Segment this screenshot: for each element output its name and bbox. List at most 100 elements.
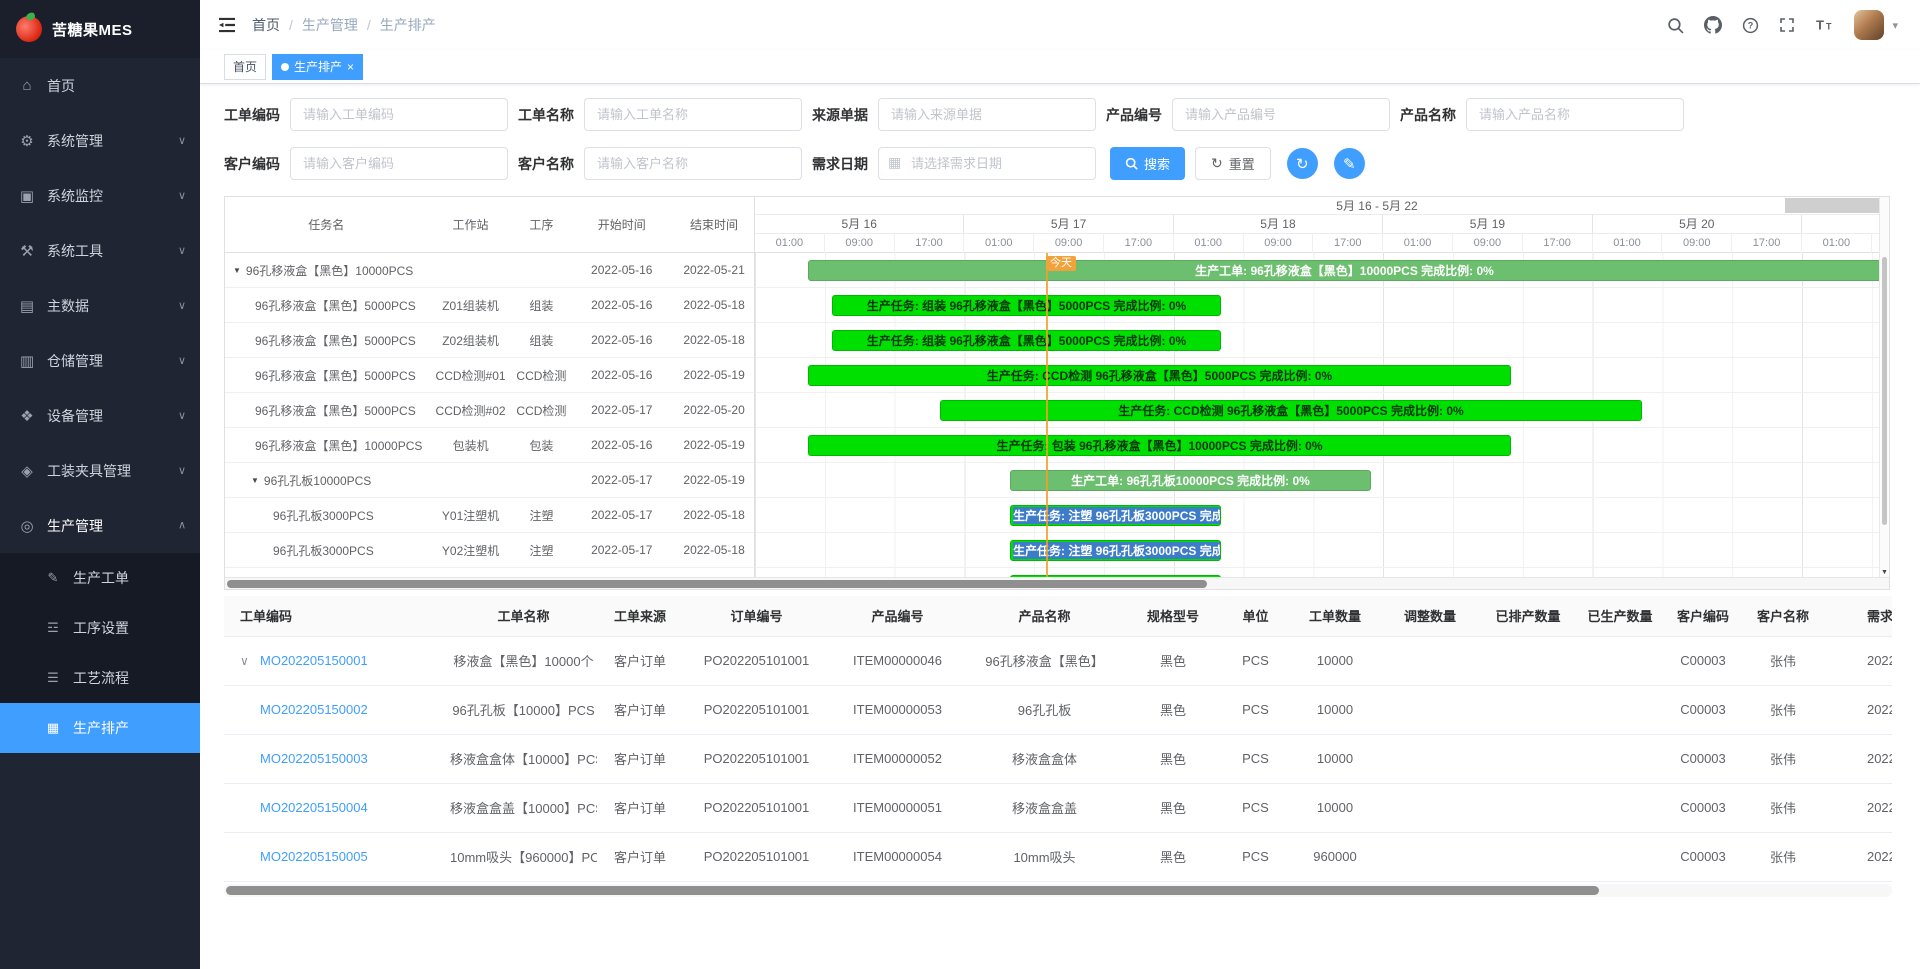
sidebar-item-home[interactable]: ⌂首页 (0, 58, 200, 113)
gantt-task-bar[interactable]: 生产任务: 包装 96孔移液盒【黑色】10000PCS 完成比例: 0% (808, 435, 1511, 456)
sidebar-item-system-tools[interactable]: ⚒系统工具∨ (0, 223, 200, 278)
gantt-task-bar[interactable]: 生产任务: CCD检测 96孔移液盒【黑色】5000PCS 完成比例: 0% (808, 365, 1511, 386)
sidebar-toggle-icon[interactable] (218, 17, 236, 33)
gantt-chart-row: 生产任务: CCD检测 96孔移液盒【黑色】5000PCS 完成比例: 0% (755, 358, 1879, 393)
sidebar-item-process-flow[interactable]: ☰工艺流程 (0, 653, 200, 703)
order-code-link[interactable]: MO202205150003 (260, 751, 368, 766)
breadcrumb-item[interactable]: 生产管理 (302, 15, 358, 35)
help-icon[interactable]: ? (1742, 17, 1759, 34)
gantt-order-bar[interactable]: 生产工单: 96孔孔板10000PCS 完成比例: 0% (1010, 470, 1371, 491)
order-row[interactable]: MO202205150003移液盒盒体【10000】PCS客户订单PO20220… (224, 734, 1892, 783)
gantt-task-row[interactable]: ▼96孔孔板10000PCS2022-05-172022-05-19 (225, 463, 754, 498)
order-cell (1381, 783, 1479, 832)
tab-home[interactable]: 首页 (224, 54, 266, 80)
order-cell: 黑色 (1124, 832, 1222, 881)
tab-production-scheduling[interactable]: 生产排产× (272, 54, 363, 80)
gantt-task-row[interactable]: 96孔移液盒【黑色】5000PCSCCD检测#01CCD检测2022-05-16… (225, 358, 754, 393)
sidebar-item-system-admin[interactable]: ⚙系统管理∨ (0, 113, 200, 168)
gantt-column-header: 任务名 (225, 216, 428, 233)
gantt-range-scrollbar-thumb[interactable] (1785, 198, 1879, 213)
gantt-bar-label: 生产任务: CCD检测 96孔移液盒【黑色】5000PCS 完成比例: 0% (987, 367, 1332, 384)
orders-table: 工单编码工单名称工单来源订单编号产品编号产品名称规格型号单位工单数量调整数量已排… (224, 596, 1892, 882)
source-doc-input[interactable] (878, 98, 1096, 131)
gantt-task-row[interactable]: 96孔孔板3000PCSY02注塑机注塑2022-05-172022-05-18 (225, 533, 754, 568)
gantt-task-bar[interactable]: 生产任务: 注塑 96孔孔板3000PCS 完成比例: 0% (1010, 505, 1221, 526)
gantt-vertical-scrollbar-thumb[interactable] (1882, 257, 1887, 525)
order-code-input[interactable] (290, 98, 508, 131)
order-name-input[interactable] (584, 98, 802, 131)
order-cell (1381, 734, 1479, 783)
demand-date-input[interactable] (878, 147, 1096, 180)
sidebar-item-equipment[interactable]: ❖设备管理∨ (0, 388, 200, 443)
gantt-order-bar[interactable]: 生产工单: 96孔移液盒【黑色】10000PCS 完成比例: 0% (808, 260, 1879, 281)
filter-product-name: 产品名称 (1400, 98, 1684, 131)
gantt-chart-row: 生产任务: 注塑 96孔孔板3000PCS 完成比例: 0% (755, 568, 1879, 577)
orders-body: ∨MO202205150001 移液盒【黑色】10000个客户订单 PO202205… (224, 636, 1892, 881)
order-row[interactable]: MO202205150004移液盒盒盖【10000】PCS客户订单PO20220… (224, 783, 1892, 832)
scroll-down-arrow-icon[interactable]: ▼ (1881, 569, 1888, 576)
gantt-hour-label: 09:00 (825, 234, 895, 253)
order-cell: 黑色 (1124, 734, 1222, 783)
customer-name-input[interactable] (584, 147, 802, 180)
user-avatar[interactable] (1854, 10, 1884, 40)
gantt-task-row[interactable]: 96孔孔板3000PCSY03注塑机注塑2022-05-172022-05-18 (225, 568, 754, 577)
gantt-task-row[interactable]: 96孔移液盒【黑色】5000PCSZ02组装机组装2022-05-162022-… (225, 323, 754, 358)
breadcrumb-item[interactable]: 首页 (252, 15, 280, 35)
order-cell: 客户订单 (597, 685, 683, 734)
task-workstation: CCD检测#02 (428, 393, 514, 427)
gantt-vertical-scrollbar[interactable]: ▼ (1879, 197, 1889, 577)
gantt-task-row[interactable]: 96孔移液盒【黑色】10000PCS包装机包装2022-05-162022-05… (225, 428, 754, 463)
user-menu-caret-icon[interactable]: ▾ (1892, 19, 1898, 32)
table-horizontal-scrollbar-thumb[interactable] (226, 886, 1599, 895)
gantt-bar-label: 生产工单: 96孔孔板10000PCS 完成比例: 0% (1071, 472, 1310, 489)
gantt-task-bar[interactable]: 生产任务: 组装 96孔移液盒【黑色】5000PCS 完成比例: 0% (832, 295, 1221, 316)
sidebar-item-production-scheduling[interactable]: ▦生产排产 (0, 703, 200, 753)
gantt-hour-label: 09:00 (1244, 234, 1314, 253)
order-code-link[interactable]: MO202205150002 (260, 702, 368, 717)
font-size-icon[interactable]: TT (1815, 17, 1834, 33)
gantt-task-row[interactable]: 96孔移液盒【黑色】5000PCSCCD检测#02CCD检测2022-05-17… (225, 393, 754, 428)
gantt-horizontal-scrollbar-thumb[interactable] (227, 580, 1207, 588)
reset-button[interactable]: ↻ 重置 (1195, 147, 1271, 180)
gantt-task-bar[interactable]: 生产任务: 注塑 96孔孔板3000PCS 完成比例: 0% (1010, 575, 1221, 577)
order-code-link[interactable]: MO202205150001 (260, 653, 368, 668)
gantt-task-bar[interactable]: 生产任务: 注塑 96孔孔板3000PCS 完成比例: 0% (1010, 540, 1221, 561)
gantt-task-row[interactable]: ▼96孔移液盒【黑色】10000PCS2022-05-162022-05-21 (225, 253, 754, 288)
gantt-task-row[interactable]: 96孔移液盒【黑色】5000PCSZ01组装机组装2022-05-162022-… (225, 288, 754, 323)
github-icon[interactable] (1704, 16, 1722, 34)
gantt-task-bar[interactable]: 生产任务: 组装 96孔移液盒【黑色】5000PCS 完成比例: 0% (832, 330, 1221, 351)
sidebar-item-process-settings[interactable]: ☲工序设置 (0, 603, 200, 653)
fullscreen-icon[interactable] (1779, 17, 1795, 33)
order-code-link[interactable]: MO202205150004 (260, 800, 368, 815)
close-tab-icon[interactable]: × (347, 61, 354, 73)
edit-schedule-button[interactable]: ✎ (1334, 148, 1365, 179)
order-cell: 移液盒【黑色】10000个 (450, 636, 597, 685)
gantt-task-row[interactable]: 96孔孔板3000PCSY01注塑机注塑2022-05-172022-05-18 (225, 498, 754, 533)
order-code-link[interactable]: MO202205150005 (260, 849, 368, 864)
sidebar-item-production[interactable]: ◎生产管理∨ (0, 498, 200, 553)
task-name: 96孔孔板3000PCS (273, 542, 374, 559)
gantt-horizontal-scrollbar[interactable] (225, 577, 1889, 589)
order-row[interactable]: ∨MO202205150001移液盒【黑色】10000个客户订单PO202205… (224, 636, 1892, 685)
sidebar-item-master-data[interactable]: ▤主数据∨ (0, 278, 200, 333)
sidebar-item-warehouse[interactable]: ▥仓储管理∨ (0, 333, 200, 388)
sidebar-item-system-monitor[interactable]: ▣系统监控∨ (0, 168, 200, 223)
search-icon[interactable] (1667, 17, 1684, 34)
product-code-input[interactable] (1172, 98, 1390, 131)
search-button[interactable]: 搜索 (1110, 147, 1185, 180)
customer-code-input[interactable] (290, 147, 508, 180)
collapse-caret-icon[interactable]: ▼ (233, 266, 241, 275)
table-horizontal-scrollbar[interactable] (224, 884, 1892, 897)
order-row[interactable]: MO20220515000296孔孔板【10000】PCS客户订单PO20220… (224, 685, 1892, 734)
order-row[interactable]: MO20220515000510mm吸头【960000】PCS客户订单PO202… (224, 832, 1892, 881)
sidebar-item-production-workorder[interactable]: ✎生产工单 (0, 553, 200, 603)
orders-card: 工单编码工单名称工单来源订单编号产品编号产品名称规格型号单位工单数量调整数量已排… (224, 596, 1892, 897)
task-workstation (428, 463, 514, 497)
refresh-schedule-button[interactable]: ↻ (1287, 148, 1318, 179)
collapse-caret-icon[interactable]: ▼ (251, 476, 259, 485)
expand-caret-icon[interactable]: ∨ (240, 654, 260, 668)
gantt-chart-body: 生产工单: 96孔移液盒【黑色】10000PCS 完成比例: 0% 生产任务: 组… (755, 253, 1879, 577)
sidebar-item-fixture[interactable]: ◈工装夹具管理∨ (0, 443, 200, 498)
product-name-input[interactable] (1466, 98, 1684, 131)
order-cell: PO202205101001 (683, 832, 830, 881)
